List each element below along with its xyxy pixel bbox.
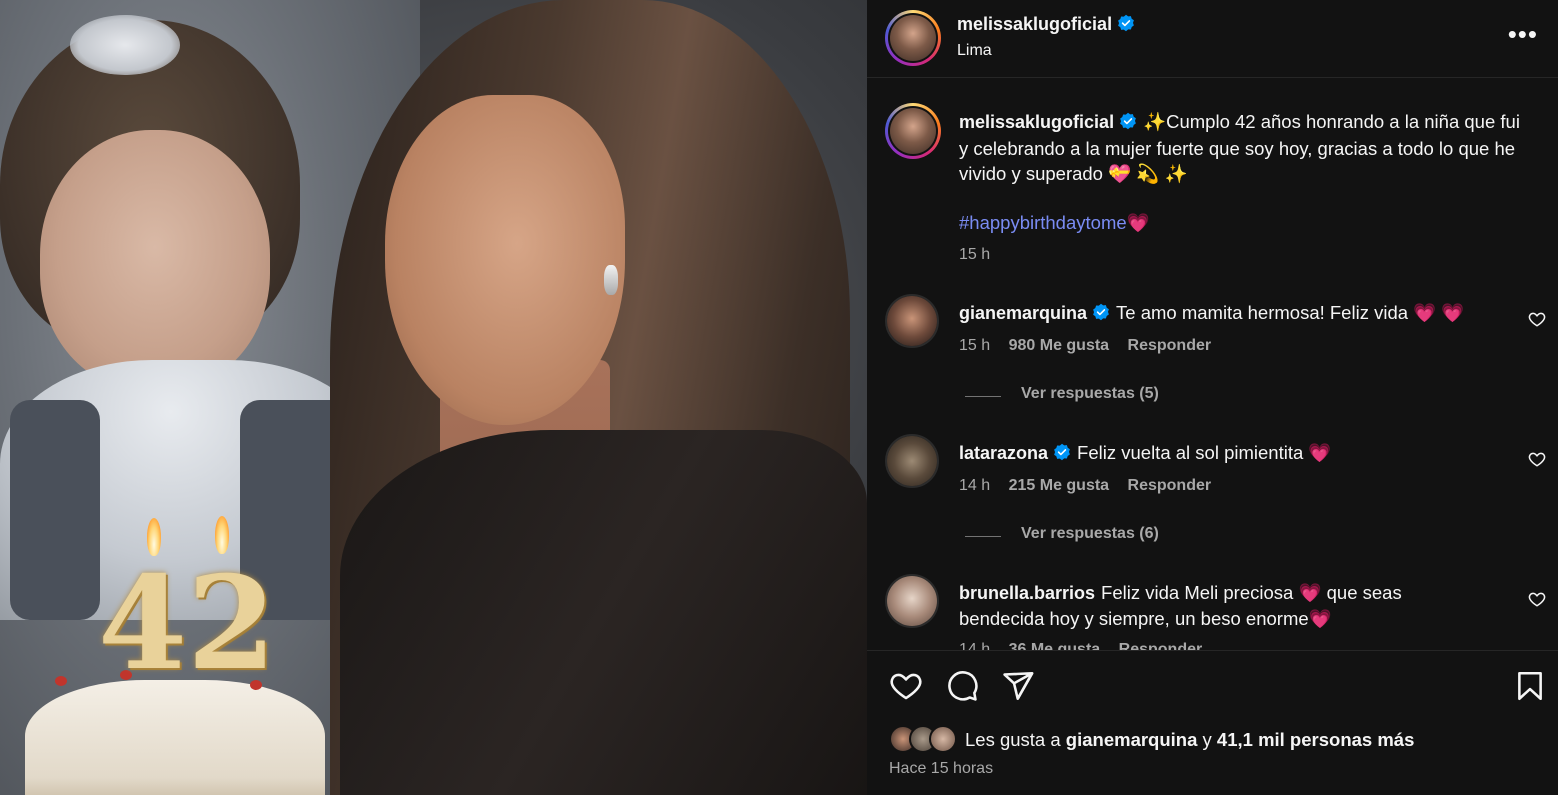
comment-text-block: gianemarquina Te amo mamita hermosa! Feli… <box>959 300 1519 327</box>
comment-like-heart-icon[interactable] <box>1528 310 1546 328</box>
caption-username[interactable]: melissaklugoficial <box>959 112 1114 132</box>
verified-badge-icon <box>1053 442 1071 467</box>
comment-text: Te amo mamita hermosa! Feliz vida 💗 💗 <box>1116 302 1465 323</box>
reply-button[interactable]: Responder <box>1128 337 1212 354</box>
view-replies-button[interactable]: Ver respuestas (5) <box>1021 385 1159 403</box>
reply-button[interactable]: Responder <box>1119 641 1203 650</box>
caption-hashtag[interactable]: #happybirthdaytome <box>959 212 1127 233</box>
comment-like-heart-icon[interactable] <box>1528 450 1546 468</box>
comment-text-block: latarazona Feliz vuelta al sol pimientita… <box>959 440 1519 467</box>
likes-count[interactable]: 41,1 mil personas más <box>1217 729 1414 750</box>
more-options-icon[interactable]: ••• <box>1508 21 1538 47</box>
likes-prefix: Les gusta a <box>965 729 1066 750</box>
replies-divider <box>965 536 1001 537</box>
comment-time[interactable]: 14 h <box>959 641 990 650</box>
comment-time[interactable]: 15 h <box>959 337 990 354</box>
comments-list[interactable]: melissaklugoficial ✨Cumplo 42 años honran… <box>867 79 1558 650</box>
verified-badge-icon <box>1092 302 1110 327</box>
comment-icon[interactable] <box>945 669 979 703</box>
post-side-panel: melissaklugoficial Lima ••• melissaklugo… <box>867 0 1558 795</box>
likes-summary[interactable]: Les gusta a gianemarquina y 41,1 mil per… <box>965 729 1414 751</box>
caption-author-avatar[interactable] <box>885 103 941 159</box>
post-location[interactable]: Lima <box>957 42 992 60</box>
post-timestamp[interactable]: Hace 15 horas <box>889 760 993 778</box>
author-username[interactable]: melissaklugoficial <box>957 14 1112 34</box>
liker-avatar <box>929 725 957 753</box>
reply-button[interactable]: Responder <box>1128 477 1212 494</box>
liker-avatars[interactable] <box>889 725 969 755</box>
comment-likes[interactable]: 215 Me gusta <box>1009 477 1109 494</box>
caption-time[interactable]: 15 h <box>959 246 990 264</box>
child-face <box>40 130 270 390</box>
author-avatar[interactable] <box>885 10 941 66</box>
replies-divider <box>965 396 1001 397</box>
comment-meta: 14 h 215 Me gusta Responder <box>959 477 1211 495</box>
post-header: melissaklugoficial Lima ••• <box>867 0 1558 78</box>
comment-likes[interactable]: 980 Me gusta <box>1009 337 1109 354</box>
candle-digits: 42 <box>98 549 277 699</box>
verified-badge-icon <box>1117 14 1135 37</box>
caption-hashtag-line: #happybirthdaytome💗 <box>959 210 1150 235</box>
view-replies-button[interactable]: Ver respuestas (6) <box>1021 525 1159 543</box>
heart-icon[interactable] <box>889 669 923 703</box>
likes-joiner: y <box>1197 729 1217 750</box>
woman-face <box>385 95 625 425</box>
commenter-avatar[interactable] <box>885 434 939 488</box>
earring <box>604 265 618 295</box>
child-hair-bow <box>70 15 180 75</box>
comment-time[interactable]: 14 h <box>959 477 990 494</box>
woman-blazer <box>340 430 867 795</box>
post-actions-section: Les gusta a gianemarquina y 41,1 mil per… <box>867 650 1558 795</box>
commenter-avatar[interactable] <box>885 574 939 628</box>
heart-emoji: 💗 <box>1126 212 1150 233</box>
commenter-avatar[interactable] <box>885 294 939 348</box>
comment-like-heart-icon[interactable] <box>1528 590 1546 608</box>
comment-meta: 15 h 980 Me gusta Responder <box>959 337 1211 355</box>
comment-username[interactable]: gianemarquina <box>959 303 1087 323</box>
comment-text: Feliz vuelta al sol pimientita 💗 <box>1077 442 1332 463</box>
comment-likes[interactable]: 36 Me gusta <box>1009 641 1101 650</box>
child-vest-left <box>10 400 100 620</box>
post-photo[interactable]: 42 <box>0 0 867 795</box>
comment-text-block: brunella.barrios Feliz vida Meli preciosa… <box>959 580 1439 631</box>
comment-username[interactable]: brunella.barrios <box>959 583 1095 603</box>
comment-meta: 14 h 36 Me gusta Responder <box>959 641 1202 650</box>
cake-cherry <box>55 676 67 686</box>
comment-username[interactable]: latarazona <box>959 443 1048 463</box>
verified-badge-icon <box>1119 111 1137 136</box>
caption-text-block: melissaklugoficial ✨Cumplo 42 años honran… <box>959 109 1534 186</box>
bookmark-icon[interactable] <box>1513 669 1547 703</box>
share-icon[interactable] <box>1001 669 1035 703</box>
likes-user[interactable]: gianemarquina <box>1066 729 1198 750</box>
